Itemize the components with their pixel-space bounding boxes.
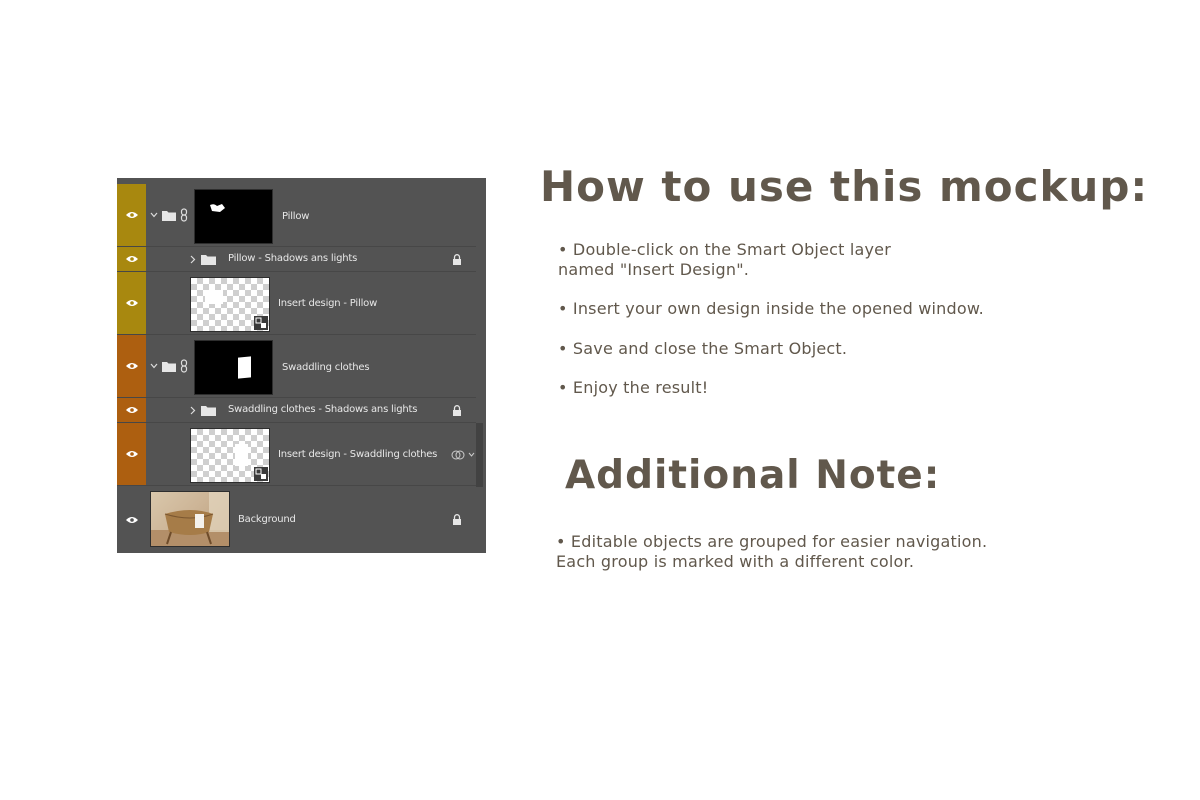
group-color-strip <box>117 184 146 246</box>
eye-icon[interactable] <box>125 406 138 414</box>
layers-panel: Pillow Pillow - Shadows ans lights Inser… <box>117 178 486 553</box>
chevron-right-icon[interactable] <box>190 255 196 264</box>
link-icon[interactable] <box>180 359 188 373</box>
chevron-down-icon[interactable] <box>150 212 158 218</box>
basket-image <box>151 492 229 546</box>
instruction-step: • Double-click on the Smart Object layer <box>558 240 892 259</box>
design-placeholder <box>235 444 248 466</box>
layer-name: Pillow - Shadows ans lights <box>228 253 358 264</box>
group-color-strip <box>117 423 146 485</box>
layer-row-pillow-shadows[interactable]: Pillow - Shadows ans lights <box>117 247 476 272</box>
lock-icon <box>453 514 461 525</box>
instructions-title: How to use this mockup: <box>540 162 1149 211</box>
folder-icon <box>201 255 216 265</box>
panel-scrollbar[interactable] <box>476 423 483 487</box>
group-color-strip <box>117 247 146 271</box>
design-placeholder <box>205 290 223 304</box>
note-title: Additional Note: <box>565 453 941 498</box>
note-line: • Editable objects are grouped for easie… <box>556 532 988 551</box>
lock-icon <box>453 405 461 416</box>
instruction-step: • Insert your own design inside the open… <box>558 299 984 318</box>
eye-column <box>117 486 146 553</box>
instruction-step: • Enjoy the result! <box>558 378 709 397</box>
smart-object-icon <box>254 316 268 330</box>
layer-thumbnail-photo <box>150 491 230 547</box>
eye-icon[interactable] <box>125 450 138 458</box>
note-line: Each group is marked with a different co… <box>556 552 915 571</box>
layer-row-pillow-group[interactable]: Pillow <box>117 184 476 247</box>
chevron-down-icon[interactable] <box>150 363 158 369</box>
folder-icon <box>162 211 176 221</box>
mask-shape <box>210 204 225 212</box>
layer-name: Pillow <box>282 211 310 222</box>
layer-thumbnail-transparent <box>190 428 270 483</box>
layer-row-insert-design-swaddling[interactable]: Insert design - Swaddling clothes <box>117 423 476 486</box>
eye-icon[interactable] <box>125 299 138 307</box>
chevron-down-icon[interactable] <box>468 452 475 457</box>
layer-name: Swaddling clothes <box>282 362 370 373</box>
layer-name: Insert design - Swaddling clothes <box>278 449 438 460</box>
smart-object-icon <box>254 467 268 481</box>
layer-name: Insert design - Pillow <box>278 298 378 309</box>
layer-row-background[interactable]: Background <box>117 486 476 553</box>
layer-name: Background <box>238 514 296 525</box>
layer-thumbnail-mask <box>194 340 273 395</box>
layer-row-swaddling-group[interactable]: Swaddling clothes <box>117 335 476 398</box>
instruction-step: • Save and close the Smart Object. <box>558 339 848 358</box>
link-icon[interactable] <box>180 208 188 222</box>
group-color-strip <box>117 272 146 334</box>
chevron-right-icon[interactable] <box>190 406 196 415</box>
lock-icon <box>453 254 461 265</box>
layer-row-insert-design-pillow[interactable]: Insert design - Pillow <box>117 272 476 335</box>
folder-icon <box>201 406 216 416</box>
eye-icon[interactable] <box>125 516 138 524</box>
group-color-strip <box>117 335 146 397</box>
group-color-strip <box>117 398 146 422</box>
layer-thumbnail-mask <box>194 189 273 244</box>
eye-icon[interactable] <box>125 211 138 219</box>
layer-thumbnail-transparent <box>190 277 270 332</box>
eye-icon[interactable] <box>125 362 138 370</box>
instruction-step: named "Insert Design". <box>558 260 750 279</box>
folder-icon <box>162 362 176 372</box>
layer-row-swaddling-shadows[interactable]: Swaddling clothes - Shadows ans lights <box>117 398 476 423</box>
eye-icon[interactable] <box>125 255 138 263</box>
layer-name: Swaddling clothes - Shadows ans lights <box>228 404 418 415</box>
mask-shape <box>238 356 251 379</box>
blend-options-icon[interactable] <box>451 449 465 461</box>
